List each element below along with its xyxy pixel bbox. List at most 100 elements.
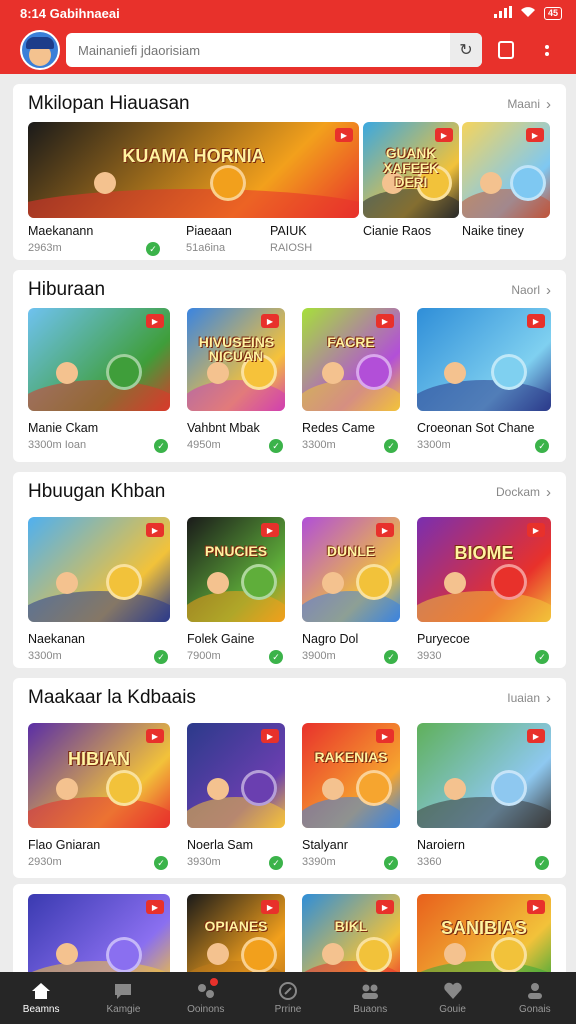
game-thumbnail[interactable]: ▶ bbox=[28, 517, 170, 622]
game-meta: 3930m bbox=[187, 856, 221, 868]
game-logo-text: DUNLE bbox=[326, 543, 376, 560]
game-meta: 51a6ina bbox=[186, 242, 226, 254]
game-thumbnail[interactable]: PNUCIES ▶ bbox=[187, 517, 285, 622]
share-button[interactable] bbox=[488, 33, 523, 67]
character-figure bbox=[355, 564, 392, 601]
game-thumbnail[interactable]: BIOME ▶ bbox=[417, 517, 551, 622]
see-more-label: Naorl bbox=[511, 283, 540, 297]
nav-item-profile[interactable]: Gonais bbox=[494, 972, 576, 1024]
character-figure bbox=[240, 936, 277, 973]
thumbnail-decor bbox=[28, 590, 170, 622]
game-title: Naekanan bbox=[28, 632, 85, 646]
game-thumbnail[interactable]: ▶ bbox=[417, 723, 551, 828]
notification-dot bbox=[209, 978, 218, 986]
nav-item-chat[interactable]: Kamgie bbox=[82, 972, 164, 1024]
game-section-card: Mkilopan Hiauasan Maani › KUAMA HORNIA ▶ Mae… bbox=[13, 84, 566, 260]
game-thumbnail[interactable]: ▶ bbox=[417, 308, 551, 411]
nav-label: Ooinons bbox=[187, 1004, 225, 1015]
game-logo-text: BIOME bbox=[454, 543, 514, 564]
nav-item-heart[interactable]: Gouie bbox=[411, 972, 493, 1024]
nav-item-group[interactable]: Buaons bbox=[329, 972, 411, 1024]
game-meta: 3300m bbox=[302, 439, 336, 451]
game-thumbnail[interactable]: RAKENIAS ▶ bbox=[302, 723, 400, 828]
game-title: Cianie Raos bbox=[363, 224, 432, 238]
game-thumbnail[interactable]: DUNLE ▶ bbox=[302, 517, 400, 622]
see-more-label: Dockam bbox=[495, 485, 540, 499]
nav-label: Prrine bbox=[274, 1004, 302, 1015]
installed-check-icon: ✓ bbox=[154, 856, 168, 870]
game-meta: 2930m bbox=[28, 856, 62, 868]
character-face bbox=[443, 777, 466, 800]
thumbnail-decor bbox=[417, 380, 551, 411]
game-meta: 3900m bbox=[302, 650, 336, 662]
game-meta: 3390m bbox=[302, 856, 336, 868]
game-meta: 4950m bbox=[187, 439, 221, 451]
game-logo-text: BIKL bbox=[334, 917, 368, 934]
more-options-button[interactable] bbox=[529, 33, 564, 67]
character-face bbox=[206, 777, 229, 800]
game-thumbnail[interactable]: ▶ bbox=[187, 723, 285, 828]
see-more-link[interactable]: Naorl › bbox=[511, 282, 551, 299]
game-meta: 3300m bbox=[417, 439, 451, 451]
thumbnail-decor bbox=[417, 590, 551, 622]
game-logo-text: HIBIAN bbox=[68, 749, 130, 770]
game-thumbnail[interactable]: ▶ bbox=[462, 122, 550, 218]
chat-icon bbox=[112, 981, 134, 1001]
game-thumbnail[interactable]: KUAMA HORNIA ▶ bbox=[28, 122, 359, 218]
game-title: Redes Came bbox=[302, 421, 375, 435]
nav-label: Beamns bbox=[22, 1004, 60, 1015]
game-thumbnail[interactable]: FACRE ▶ bbox=[302, 308, 400, 411]
play-badge-icon: ▶ bbox=[261, 900, 279, 914]
nav-item-home[interactable]: Beamns bbox=[0, 972, 82, 1024]
play-badge-icon: ▶ bbox=[527, 729, 545, 743]
see-more-link[interactable]: Dockam › bbox=[496, 484, 551, 501]
character-figure bbox=[355, 354, 392, 391]
nav-item-game[interactable]: Ooinons bbox=[165, 972, 247, 1024]
character-face bbox=[321, 943, 344, 966]
search-row: ↻ bbox=[0, 26, 576, 74]
game-thumbnail[interactable]: HIBIAN ▶ bbox=[28, 723, 170, 828]
installed-check-icon: ✓ bbox=[535, 856, 549, 870]
character-figure bbox=[355, 770, 392, 807]
game-title: Naike tiney bbox=[462, 224, 524, 238]
play-badge-icon: ▶ bbox=[376, 900, 394, 914]
game-title: Noerla Sam bbox=[187, 838, 253, 852]
installed-check-icon: ✓ bbox=[269, 650, 283, 664]
search-input[interactable] bbox=[78, 42, 450, 58]
character-face bbox=[321, 361, 344, 384]
character-figure bbox=[106, 936, 143, 973]
battery-icon: 45 bbox=[543, 6, 562, 20]
avatar[interactable] bbox=[20, 30, 60, 70]
character-face bbox=[321, 777, 344, 800]
status-icons: 45 bbox=[493, 5, 562, 21]
game-thumbnail[interactable]: ▶ bbox=[28, 308, 170, 411]
play-badge-icon: ▶ bbox=[261, 729, 279, 743]
installed-check-icon: ✓ bbox=[269, 439, 283, 453]
group-icon bbox=[359, 981, 381, 1001]
game-thumbnail[interactable]: HIVUSEINS NICUAN ▶ bbox=[187, 308, 285, 411]
character-figure bbox=[490, 770, 527, 807]
play-badge-icon: ▶ bbox=[376, 729, 394, 743]
game-title: Manie Ckam bbox=[28, 421, 99, 435]
game-meta: RAIOSH bbox=[270, 242, 313, 254]
see-more-link[interactable]: Iuaian › bbox=[507, 690, 551, 707]
character-face bbox=[443, 571, 466, 594]
game-thumbnail[interactable]: GUANK XAFEEK DERI ▶ bbox=[363, 122, 459, 218]
character-face bbox=[206, 571, 229, 594]
game-section-card: Hbuugan Khban Dockam › ▶ Naekanan 3300m ✓ PNUC… bbox=[13, 472, 566, 668]
game-title: Croeonan Sot Chane bbox=[417, 421, 535, 435]
see-more-link[interactable]: Maani › bbox=[507, 96, 551, 113]
thumbnail-decor bbox=[28, 380, 170, 411]
character-figure bbox=[490, 354, 527, 391]
character-face bbox=[321, 571, 344, 594]
status-time: 8:14 Gabihnaeai bbox=[20, 5, 120, 21]
game-meta: 2963m bbox=[28, 242, 62, 254]
nav-item-compass[interactable]: Prrine bbox=[247, 972, 329, 1024]
share-icon bbox=[497, 41, 514, 59]
installed-check-icon: ✓ bbox=[154, 650, 168, 664]
signal-icon bbox=[493, 5, 512, 21]
section-header: Hbuugan Khban Dockam › bbox=[28, 472, 551, 512]
chevron-right-icon: › bbox=[546, 689, 551, 707]
chevron-right-icon: › bbox=[546, 95, 551, 113]
refresh-icon[interactable]: ↻ bbox=[450, 33, 482, 67]
